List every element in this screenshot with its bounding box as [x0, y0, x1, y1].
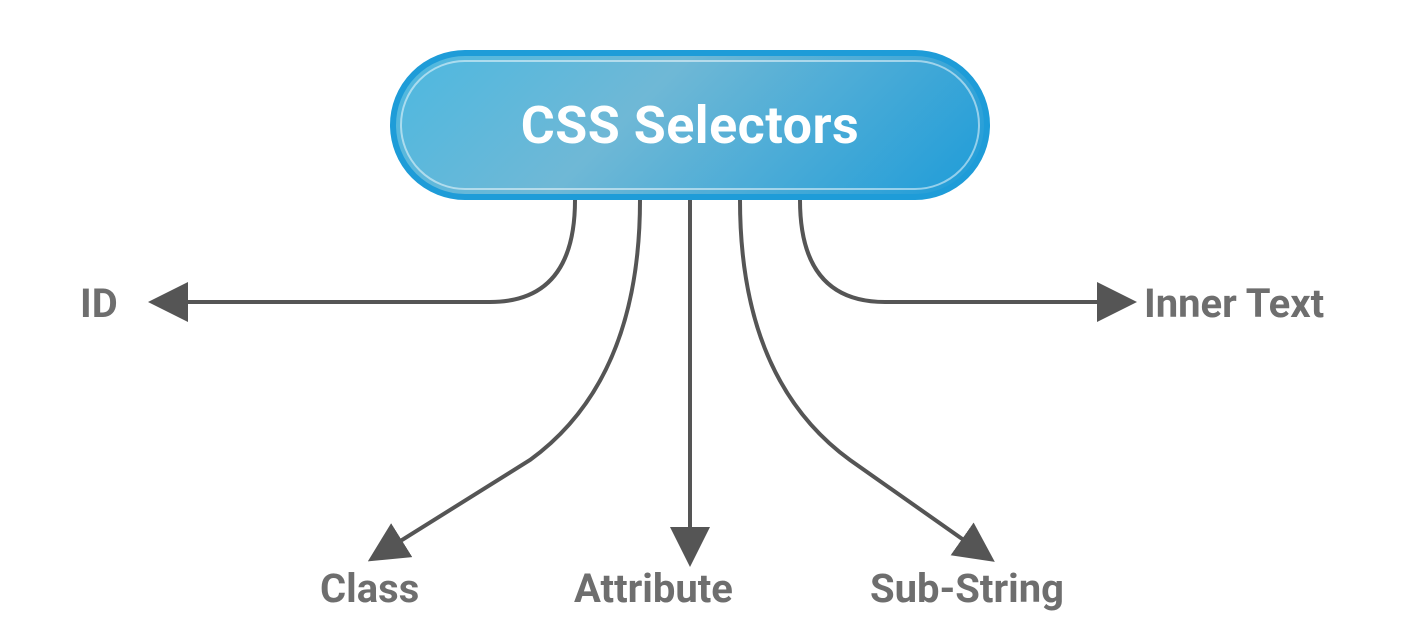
branch-label-class: Class [320, 565, 419, 612]
branch-label-attribute: Attribute [574, 565, 733, 612]
main-node-inner: CSS Selectors [400, 60, 980, 190]
branch-label-id: ID [80, 280, 118, 327]
main-node: CSS Selectors [390, 50, 990, 200]
main-title: CSS Selectors [521, 95, 860, 156]
branch-label-substring: Sub-String [870, 565, 1064, 612]
branch-label-innertext: Inner Text [1144, 280, 1324, 327]
css-selectors-diagram: CSS Selectors ID Inner Text Class Attrib… [0, 0, 1416, 636]
